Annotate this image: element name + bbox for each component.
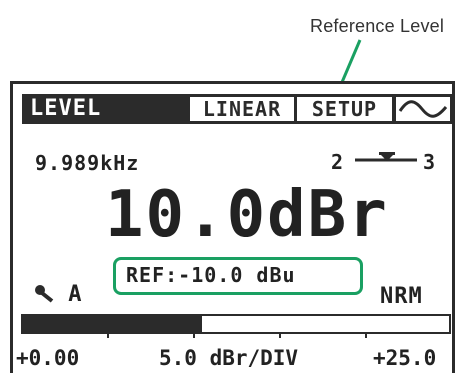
scale-division: 5.0 dBr/DIV xyxy=(159,346,299,370)
mode-title: LEVEL xyxy=(30,96,102,121)
reference-level-callout: Reference Level xyxy=(310,16,445,36)
tab-setup[interactable]: SETUP xyxy=(297,97,392,121)
level-display: LEVEL LINEAR SETUP 9.989kHz 2 3 10.0dBr … xyxy=(10,81,455,373)
level-meter xyxy=(21,314,451,334)
channel-right: 3 xyxy=(423,150,436,174)
channel-indicator: 2 3 xyxy=(331,146,441,174)
channel-link-icon xyxy=(355,152,417,162)
channel-left: 2 xyxy=(331,150,344,174)
meter-tick xyxy=(279,332,281,338)
meter-tick xyxy=(107,332,109,338)
frequency-readout: 9.989kHz xyxy=(35,151,140,175)
scale-max: +25.0 xyxy=(373,346,437,370)
tab-linear[interactable]: LINEAR xyxy=(190,97,294,121)
meter-tick xyxy=(365,332,367,338)
probe-label: A xyxy=(68,282,82,307)
filter-mode: NRM xyxy=(380,284,423,309)
probe-indicator: A xyxy=(33,282,82,307)
scale-min: +0.00 xyxy=(16,346,80,370)
probe-icon xyxy=(35,285,54,303)
reference-level-box: REF:-10.0 dBu xyxy=(113,257,363,295)
meter-ticks xyxy=(21,332,451,340)
display-header: LEVEL LINEAR SETUP xyxy=(22,94,452,124)
reference-level-value: REF:-10.0 dBu xyxy=(126,263,296,287)
meter-tick xyxy=(193,332,195,338)
sine-wave-icon[interactable] xyxy=(396,97,450,121)
level-meter-fill xyxy=(23,316,202,332)
level-value: 10.0dBr xyxy=(105,178,389,252)
